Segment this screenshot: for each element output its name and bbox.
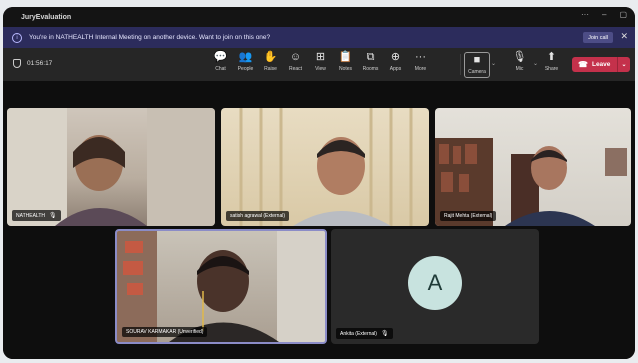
- more-icon: ···: [415, 51, 426, 63]
- meeting-toolbar: 01:56:17 💬 Chat 👥 People ✋ Raise ☺ React…: [3, 48, 635, 81]
- participant-name: Rajit Mehta (External): [444, 213, 493, 219]
- video-tile-rajit-mehta[interactable]: Rajit Mehta (External): [435, 108, 631, 226]
- apps-label: Apps: [389, 66, 402, 72]
- avatar: A: [408, 256, 462, 310]
- participant-name: NATHEALTH: [16, 212, 45, 219]
- people-button[interactable]: 👥 People: [233, 51, 258, 73]
- teams-window: JuryEvaluation ··· – ▢ i You're in NATHE…: [3, 7, 635, 359]
- title-bar: JuryEvaluation ··· – ▢: [3, 7, 635, 27]
- participant-name-tag: Ankita (External) 🎙: [336, 328, 393, 339]
- window-controls: ··· – ▢: [581, 10, 627, 19]
- leave-label: Leave: [591, 61, 611, 68]
- shield-icon: [13, 59, 21, 68]
- react-icon: ☺: [289, 51, 302, 63]
- notes-icon: 📋: [338, 51, 353, 63]
- banner-message: You're in NATHEALTH Internal Meeting on …: [29, 34, 271, 41]
- raise-hand-button[interactable]: ✋ Raise: [258, 51, 283, 73]
- participant-video: [435, 138, 627, 226]
- leave-button[interactable]: ☎ Leave ⌄: [572, 57, 630, 72]
- window-more-button[interactable]: ···: [581, 10, 589, 19]
- camera-control: ■ Camera ⌄: [464, 52, 496, 78]
- participant-video: [117, 231, 325, 342]
- people-icon: 👥: [238, 51, 253, 63]
- mic-icon: 🎙: [380, 331, 389, 337]
- maximize-button[interactable]: ▢: [619, 10, 627, 19]
- raise-hand-icon: ✋: [263, 51, 278, 63]
- phone-hangup-icon: ☎: [578, 60, 588, 69]
- chat-label: Chat: [215, 66, 226, 72]
- info-icon: i: [12, 32, 22, 43]
- view-button[interactable]: ⊞ View: [308, 51, 333, 73]
- participant-video: [7, 108, 215, 226]
- chat-button[interactable]: 💬 Chat: [208, 51, 233, 73]
- participant-name-tag: Rajit Mehta (External): [440, 211, 497, 221]
- participant-name: Ankita (External): [340, 330, 377, 337]
- toolbar-actions: 💬 Chat 👥 People ✋ Raise ☺ React ⊞ View 📋: [208, 51, 433, 73]
- camera-label: Camera: [468, 69, 486, 75]
- video-tile-nathealth[interactable]: NATHEALTH 🎙: [7, 108, 215, 226]
- mic-options-chevron-icon[interactable]: ⌄: [533, 60, 538, 67]
- more-label: More: [414, 66, 427, 72]
- join-banner: i You're in NATHEALTH Internal Meeting o…: [3, 27, 635, 48]
- mic-button[interactable]: 🎙 Mic: [507, 51, 532, 73]
- share-icon: ⬆: [546, 51, 557, 63]
- camera-icon: ■: [473, 54, 481, 66]
- camera-options-chevron-icon[interactable]: ⌄: [491, 60, 496, 67]
- notes-label: Notes: [338, 66, 353, 72]
- apps-icon: ⊕: [390, 51, 401, 63]
- meeting-timer: 01:56:17: [13, 59, 52, 68]
- view-label: View: [315, 66, 326, 72]
- participant-name: SOURAV KARMAKAR (Unverified): [126, 329, 204, 335]
- notes-button[interactable]: 📋 Notes: [333, 51, 358, 73]
- participant-name: satish agrawal (External): [230, 213, 286, 219]
- toolbar-divider: [460, 54, 461, 75]
- banner-close-icon[interactable]: ✕: [620, 31, 628, 42]
- mic-control: 🎙 Mic ⌄: [507, 51, 539, 73]
- participant-name-tag: satish agrawal (External): [226, 211, 290, 221]
- share-label: Share: [544, 66, 559, 72]
- participant-name-tag: SOURAV KARMAKAR (Unverified): [122, 327, 208, 337]
- rooms-icon: ⧉: [366, 51, 375, 63]
- camera-button[interactable]: ■ Camera: [464, 52, 490, 78]
- leave-options-chevron-icon[interactable]: ⌄: [617, 57, 630, 72]
- chat-icon: 💬: [213, 51, 228, 63]
- video-tile-satish-agrawal[interactable]: satish agrawal (External): [221, 108, 429, 226]
- rooms-label: Rooms: [362, 66, 379, 72]
- mic-muted-icon: 🎙: [512, 51, 527, 63]
- join-call-button[interactable]: Join call: [583, 32, 613, 43]
- react-label: React: [288, 66, 303, 72]
- raise-label: Raise: [264, 66, 277, 72]
- window-title: JuryEvaluation: [21, 13, 72, 21]
- timer-text: 01:56:17: [27, 60, 53, 67]
- rooms-button[interactable]: ⧉ Rooms: [358, 51, 383, 73]
- participant-video: [239, 108, 413, 226]
- react-button[interactable]: ☺ React: [283, 51, 308, 73]
- mic-icon: 🎙: [48, 213, 57, 219]
- minimize-button[interactable]: –: [602, 10, 606, 19]
- people-label: People: [237, 66, 254, 72]
- share-button[interactable]: ⬆ Share: [539, 51, 564, 73]
- more-button[interactable]: ··· More: [408, 51, 433, 73]
- video-stage: NATHEALTH 🎙 satish agrawal (External) Ra…: [3, 81, 635, 359]
- apps-button[interactable]: ⊕ Apps: [383, 51, 408, 73]
- video-tile-sourav-karmakar[interactable]: SOURAV KARMAKAR (Unverified): [115, 229, 327, 344]
- participant-name-tag: NATHEALTH 🎙: [12, 210, 61, 221]
- mic-label: Mic: [515, 66, 524, 72]
- view-icon: ⊞: [315, 51, 326, 63]
- video-tile-ankita[interactable]: A Ankita (External) 🎙: [331, 229, 539, 344]
